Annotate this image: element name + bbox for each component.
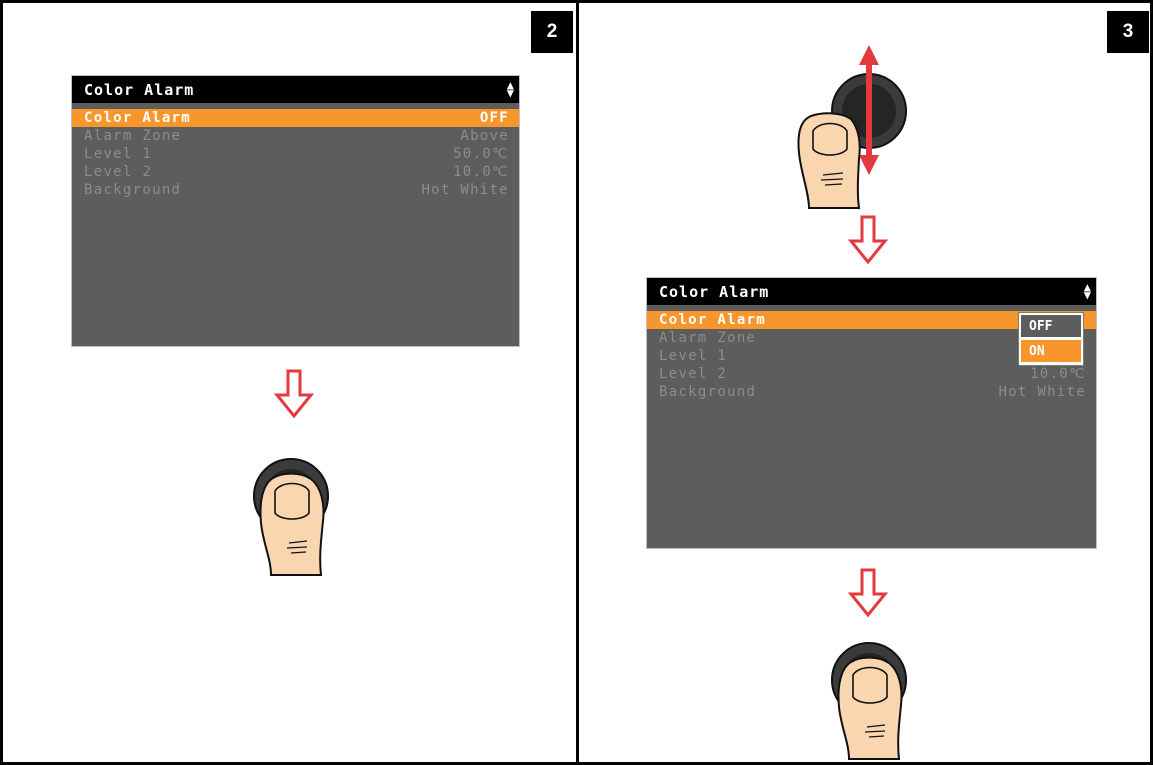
- option-off[interactable]: OFF: [1021, 315, 1081, 337]
- scroll-updown-icon: ▲ ▼: [506, 78, 514, 100]
- option-on[interactable]: ON: [1021, 340, 1081, 362]
- thermal-menu-screen: Color Alarm ▲ ▼ Color Alarm OFF Alarm Zon…: [71, 75, 520, 347]
- down-arrow-icon: [273, 369, 315, 419]
- down-arrow-icon: [847, 568, 889, 618]
- menu-title: Color Alarm: [659, 282, 770, 301]
- joystick-press-icon: [831, 642, 907, 760]
- menu-title-bar: Color Alarm ▲ ▼: [72, 76, 519, 103]
- step-number-badge: 2: [531, 11, 573, 53]
- thermal-menu-screen: Color Alarm ▲ ▼ Color Alarm Alarm Zone Le…: [646, 277, 1097, 549]
- menu-row-alarm-zone[interactable]: Alarm Zone Above: [72, 127, 519, 145]
- step-number-badge: 3: [1107, 11, 1149, 53]
- down-arrow-icon: [847, 215, 889, 265]
- menu-row-background[interactable]: Background Hot White: [647, 383, 1096, 401]
- menu-title-bar: Color Alarm ▲ ▼: [647, 278, 1096, 305]
- menu-row-color-alarm[interactable]: Color Alarm OFF: [72, 109, 519, 127]
- step-3-panel: 3 Color Alarm ▲ ▼ Color Alarm Alarm Zone …: [576, 0, 1153, 765]
- menu-title: Color Alarm: [84, 80, 195, 99]
- joystick-press-icon: [253, 458, 329, 576]
- menu-row-level-1[interactable]: Level 1 50.0℃: [72, 145, 519, 163]
- menu-row-level-2[interactable]: Level 2 10.0℃: [72, 163, 519, 181]
- menu-row-background[interactable]: Background Hot White: [72, 181, 519, 199]
- step-2-panel: 2 Color Alarm ▲ ▼ Color Alarm OFF Alarm Z…: [0, 0, 580, 765]
- joystick-up-down-icon: [797, 45, 907, 209]
- menu-row-level-2[interactable]: Level 2 10.0℃: [647, 365, 1096, 383]
- option-dropdown: OFF ON: [1018, 312, 1084, 366]
- scroll-updown-icon: ▲ ▼: [1083, 280, 1091, 302]
